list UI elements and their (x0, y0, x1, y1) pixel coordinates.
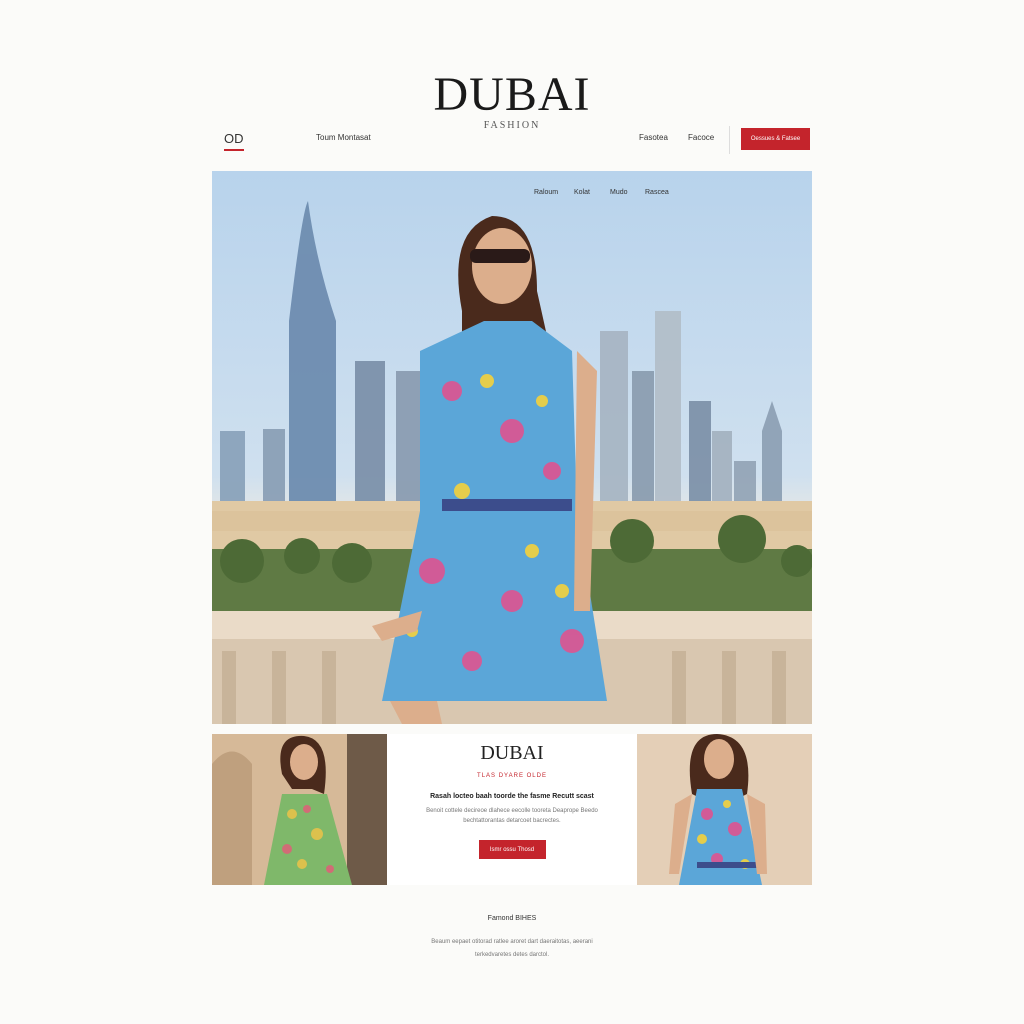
nav-divider (729, 126, 730, 154)
header-cta-button[interactable]: Oessues & Fatsee (741, 128, 810, 150)
nav-link-1[interactable]: Fasotea (639, 133, 668, 142)
promo-body: Benoit cottele decireoe dlahece eecolle … (426, 808, 598, 824)
nav-link-left[interactable]: Toum Montasat (316, 133, 371, 142)
hero-image (212, 201, 812, 724)
product-image-right (637, 734, 812, 885)
footer-text: Beaum eepaet otitorad ratlee aroret dart… (431, 939, 593, 958)
nav-link-2[interactable]: Facoce (688, 133, 714, 142)
footer-title: Famond BIHES (487, 915, 537, 922)
hero-nav: Raloum Kolat Mudo Rascea (212, 189, 812, 203)
footer: Famond BIHES Beaum eepaet otitorad ratle… (212, 915, 812, 962)
promo-shop-button[interactable]: Ismr ossu Thosd (478, 840, 546, 859)
brand-title: DUBAI (433, 68, 591, 121)
promo-heading: Rasah locteo baah toorde the fasme Recut… (430, 793, 594, 800)
hero-nav-item[interactable]: Raloum (534, 189, 558, 196)
brand-header: DUBAI FASHION (0, 68, 1024, 131)
promo-title: DUBAI (480, 742, 544, 764)
promo-card: DUBAI TLAS DYARE OLDE Rasah locteo baah … (387, 734, 637, 885)
hero-nav-item[interactable]: Mudo (610, 189, 628, 196)
product-thumbnail-left[interactable] (212, 734, 387, 885)
hero-banner: Raloum Kolat Mudo Rascea (212, 171, 812, 724)
hero-nav-item[interactable]: Kolat (574, 189, 590, 196)
product-thumbnail-right[interactable] (637, 734, 812, 885)
top-navigation-bar: OD Toum Montasat Fasotea Facoce Oessues … (212, 124, 812, 158)
feature-row: DUBAI TLAS DYARE OLDE Rasah locteo baah … (212, 734, 812, 885)
site-logo[interactable]: OD (224, 131, 244, 151)
product-image-left (212, 734, 387, 885)
hero-nav-item[interactable]: Rascea (645, 189, 669, 196)
promo-subtitle: TLAS DYARE OLDE (477, 773, 547, 779)
